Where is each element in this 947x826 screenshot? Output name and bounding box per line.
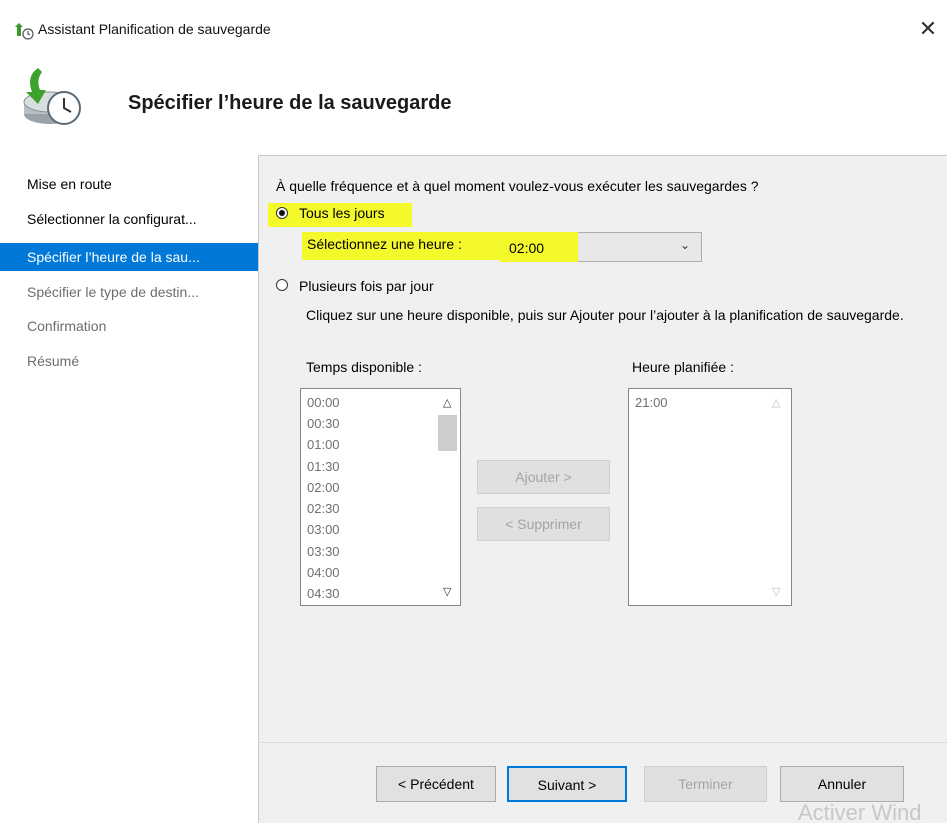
remove-time-button[interactable]: < Supprimer <box>477 507 610 541</box>
finish-button[interactable]: Terminer <box>644 766 767 802</box>
nav-item-summary: Résumé <box>27 353 80 369</box>
list-item[interactable]: 03:30 <box>307 544 340 559</box>
window-title: Assistant Planification de sauvegarde <box>38 21 271 37</box>
list-item[interactable]: 21:00 <box>635 395 668 410</box>
chevron-down-icon[interactable]: ⌄ <box>680 238 690 252</box>
divider <box>258 155 259 823</box>
add-time-button[interactable]: Ajouter > <box>477 460 610 494</box>
footer-divider <box>258 742 947 743</box>
time-select-value[interactable]: 02:00 <box>509 240 544 256</box>
available-times-label: Temps disponible : <box>306 359 422 375</box>
scheduled-times-list[interactable]: 21:00 <box>628 388 792 606</box>
scroll-up-icon: △ <box>772 397 781 409</box>
list-item[interactable]: 04:00 <box>307 565 340 580</box>
daily-radio[interactable] <box>276 207 288 219</box>
backup-app-icon <box>14 22 34 40</box>
close-icon[interactable]: ✕ <box>916 16 940 42</box>
list-item[interactable]: 03:00 <box>307 522 340 537</box>
nav-item-select-configuration[interactable]: Sélectionner la configurat... <box>0 205 258 233</box>
list-item[interactable]: 00:00 <box>307 395 340 410</box>
list-item[interactable]: 02:00 <box>307 480 340 495</box>
frequency-question: À quelle fréquence et à quel moment voul… <box>276 178 759 194</box>
daily-radio-label[interactable]: Tous les jours <box>299 205 385 221</box>
list-item[interactable]: 04:30 <box>307 586 340 601</box>
scroll-down-icon[interactable]: ▽ <box>443 585 451 598</box>
backup-schedule-icon <box>16 62 88 134</box>
instructions-text: Cliquez sur une heure disponible, puis s… <box>306 307 904 323</box>
previous-button[interactable]: < Précédent <box>376 766 496 802</box>
list-item[interactable]: 01:00 <box>307 437 340 452</box>
nav-item-getting-started[interactable]: Mise en route <box>0 170 258 198</box>
scheduled-times-label: Heure planifiée : <box>632 359 734 375</box>
time-select-label: Sélectionnez une heure : <box>307 236 462 252</box>
multiple-times-radio[interactable] <box>276 279 288 291</box>
next-button[interactable]: Suivant > <box>507 766 627 802</box>
multiple-times-radio-label[interactable]: Plusieurs fois par jour <box>299 278 434 294</box>
nav-item-confirmation: Confirmation <box>27 318 107 334</box>
scrollbar-thumb[interactable] <box>438 415 457 451</box>
wizard-steps-nav: Mise en route Sélectionner la configurat… <box>0 156 258 823</box>
nav-item-specify-time[interactable]: Spécifier l’heure de la sau... <box>0 243 258 271</box>
scroll-up-icon[interactable]: △ <box>443 396 451 409</box>
scroll-down-icon: ▽ <box>772 586 781 598</box>
page-title: Spécifier l’heure de la sauvegarde <box>128 92 452 114</box>
list-item[interactable]: 00:30 <box>307 416 340 431</box>
list-item[interactable]: 02:30 <box>307 501 340 516</box>
available-times-list[interactable]: 00:00 00:30 01:00 01:30 02:00 02:30 03:0… <box>300 388 461 606</box>
nav-item-destination-type: Spécifier le type de destin... <box>27 284 199 300</box>
activation-watermark: Activer Wind <box>798 800 922 825</box>
cancel-button[interactable]: Annuler <box>780 766 904 802</box>
divider <box>258 155 947 156</box>
list-item[interactable]: 01:30 <box>307 459 340 474</box>
